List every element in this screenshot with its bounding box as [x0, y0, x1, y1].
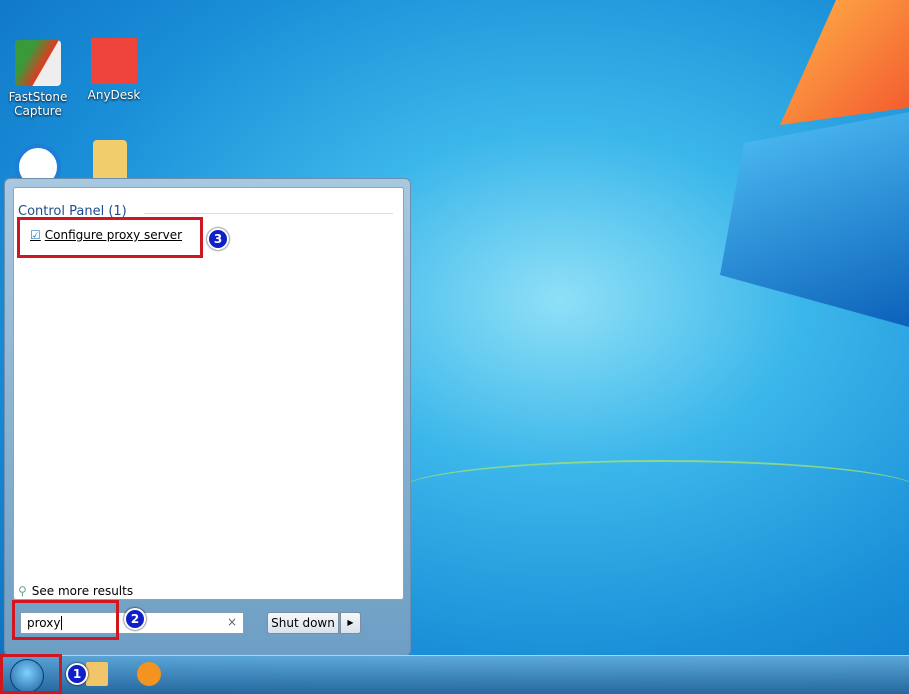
see-more-results-link[interactable]: ⚲ See more results	[18, 584, 133, 598]
wallpaper-stem	[400, 460, 909, 520]
windows-logo-blue	[720, 110, 909, 330]
step-badge-3: 3	[207, 228, 229, 250]
desktop-icon-faststone[interactable]: FastStone Capture	[0, 40, 76, 118]
desktop-icon-anydesk[interactable]: AnyDesk	[76, 38, 152, 102]
shutdown-options-arrow[interactable]: ▶	[340, 612, 361, 634]
media-player-taskbar-icon[interactable]	[137, 662, 161, 686]
clear-icon[interactable]: ×	[227, 615, 237, 629]
icon-label: AnyDesk	[87, 88, 141, 102]
highlight-box-1	[0, 654, 62, 694]
step-badge-2: 2	[124, 608, 146, 630]
explorer-taskbar-icon[interactable]	[86, 662, 108, 686]
windows-logo-red	[780, 0, 909, 125]
highlight-box-3	[17, 217, 203, 258]
step-badge-1: 1	[66, 663, 88, 685]
shut-down-button[interactable]: Shut down	[267, 612, 339, 634]
highlight-box-2	[12, 600, 119, 640]
faststone-icon	[15, 40, 61, 86]
see-more-label: See more results	[31, 584, 134, 598]
anydesk-icon	[91, 38, 137, 84]
divider	[144, 213, 393, 214]
icon-label: FastStone Capture	[8, 90, 68, 118]
search-icon: ⚲	[18, 584, 27, 598]
